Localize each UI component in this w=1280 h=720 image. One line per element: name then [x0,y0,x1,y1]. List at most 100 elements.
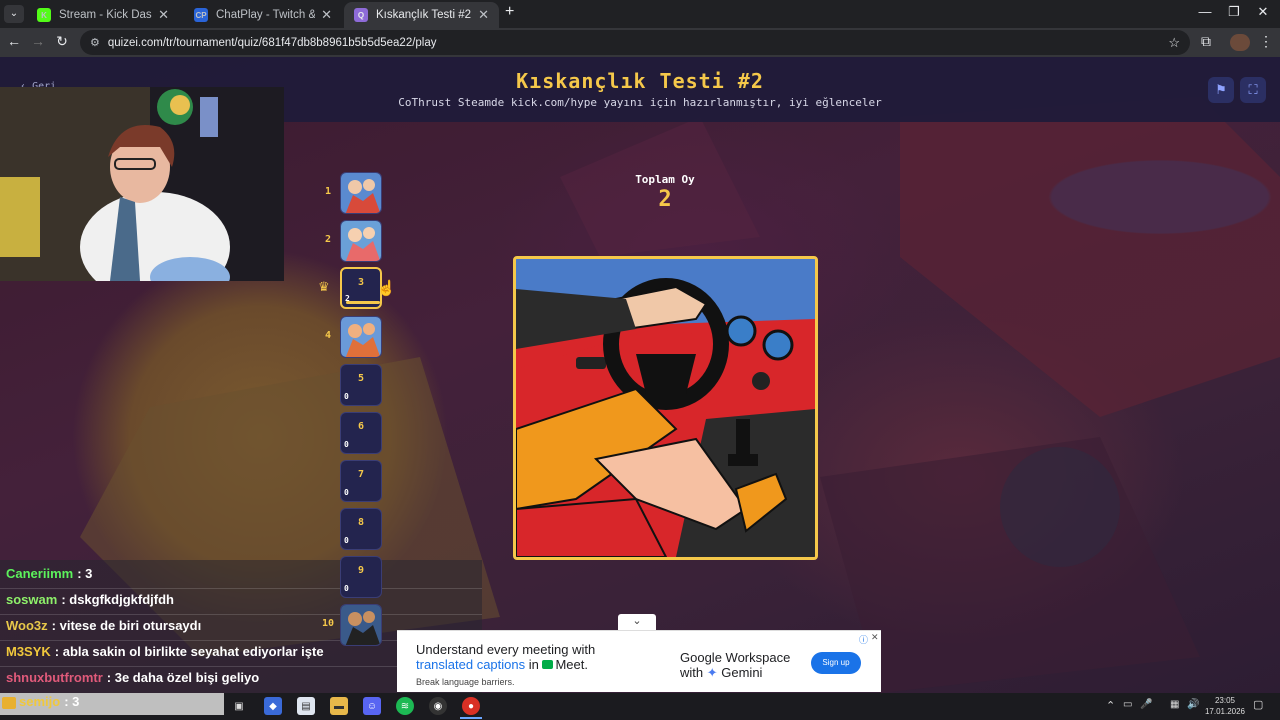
rank-number: 10 [321,618,335,629]
ad-close-icon[interactable]: ✕ [871,632,879,643]
chat-text: : dskgfkdjgkfdjfdh [61,592,174,607]
chat-message: soswam: dskgfkdjgkfdjfdh [6,592,174,607]
clock-date[interactable]: 17.01.2026 [1200,707,1250,716]
slot-vote-count: 0 [344,584,349,593]
rank-number: 2 [324,234,332,245]
ranking-slot[interactable]: 70 [340,460,382,502]
minimize-icon[interactable]: — [1190,4,1220,19]
tab-title: Stream - Kick Dashboard [59,9,152,21]
chat-text: : 3 [64,694,80,709]
restore-icon[interactable]: ❐ [1219,4,1249,20]
chat-username: Caneriimm [6,566,74,581]
chat-message: shnuxbutfromtr: 3e daha özel bişi geliyo [6,670,259,685]
tab-favicon-icon: CP [194,8,208,22]
tab-1[interactable]: K Stream - Kick Dashboard✕ [27,2,179,28]
ranking-slot[interactable]: 50 [340,364,382,406]
meet-icon [542,660,554,669]
address-bar[interactable]: ⚙ quizei.com/tr/tournament/quiz/681f47db… [80,30,1190,55]
ad-line2-mid: in [525,657,543,672]
site-info-icon[interactable]: ⚙ [90,36,100,49]
crown-icon: ♛ [318,279,330,294]
ad-line2: translated captions in Meet. [416,657,588,672]
forward-arrow-icon[interactable]: → [28,33,48,49]
new-tab-icon[interactable]: + [505,3,514,21]
ranking-slot[interactable]: 32 [340,267,382,309]
ranking-slot[interactable] [340,604,382,646]
tab-favicon-icon: Q [354,8,368,22]
tab-close-icon[interactable]: ✕ [472,7,489,23]
tab-title: ChatPlay - Twitch & Kick İzleyic [216,9,315,21]
total-votes-label: Toplam Oy [635,173,695,186]
spotify-icon[interactable]: ≋ [396,697,414,715]
tab-search-button[interactable]: ⌄ [4,5,24,23]
clock-time[interactable]: 23:05 [1205,696,1245,705]
file-explorer-icon[interactable]: ▬ [330,697,348,715]
slot-thumbnail-image [341,317,381,357]
ranking-slot[interactable]: 80 [340,508,382,550]
copilot-icon[interactable]: ◆ [264,697,282,715]
chat-divider [0,588,482,589]
flag-icon: ⚑ [1215,82,1227,97]
ranking-slot[interactable] [340,172,382,214]
tab-2[interactable]: CP ChatPlay - Twitch & Kick İzleyic✕ [184,2,342,28]
chrome-active-indicator [460,717,482,719]
reload-icon[interactable]: ↻ [52,33,72,50]
tray-chevron-icon[interactable]: ⌃ [1106,699,1115,712]
subscriber-badge-icon [2,696,16,709]
slot-number: 7 [357,469,365,480]
tab-title: Kıskançlık Testi #2 - Tier List, Kı [376,9,472,21]
chat-message: semijo: 3 [2,694,79,709]
ranking-slot[interactable] [340,220,382,262]
tab-3[interactable]: Q Kıskançlık Testi #2 - Tier List, Kı✕ [344,2,499,28]
slot-number: 5 [357,373,365,384]
chat-text: : abla sakin ol birlikte seyahat ediyorl… [54,644,324,659]
tab-close-icon[interactable]: ✕ [315,7,332,23]
ranking-slot[interactable] [340,316,382,358]
obs-icon[interactable]: ◉ [429,697,447,715]
slot-number: 6 [357,421,365,432]
tray-mic-icon[interactable]: 🎤 [1140,699,1152,710]
ad-banner[interactable]: Understand every meeting with translated… [397,630,881,692]
slot-vote-bar [346,301,380,304]
tray-display-icon[interactable]: ▭ [1123,699,1132,710]
tab-favicon-icon: K [37,8,51,22]
chat-text: : vitese de biri otursaydı [51,618,202,633]
ad-line1: Understand every meeting with [416,642,596,657]
discord-icon[interactable]: ☺ [363,697,381,715]
close-window-icon[interactable]: ✕ [1248,4,1278,20]
quiz-main-image[interactable] [513,256,818,560]
tab-close-icon[interactable]: ✕ [152,7,169,23]
chat-message: Woo3z: vitese de biri otursaydı [6,618,201,633]
notepad-icon[interactable]: ▤ [297,697,315,715]
slot-vote-count: 0 [344,488,349,497]
slot-number: 8 [357,517,365,528]
tray-network-icon[interactable]: ▦ [1170,699,1179,710]
fullscreen-button[interactable]: ⛶ [1240,77,1266,103]
slot-vote-count: 0 [344,536,349,545]
browser-toolbar: ← → ↻ ⚙ quizei.com/tr/tournament/quiz/68… [0,28,1280,57]
chevron-down-icon: ⌄ [632,615,642,627]
tray-volume-icon[interactable]: 🔊 [1187,699,1199,710]
notification-icon[interactable]: ▢ [1253,698,1263,711]
ranking-slot[interactable]: 90 [340,556,382,598]
gemini-icon: ✦ [706,665,718,680]
slot-thumbnail-image [341,605,381,645]
chat-last-message-bg: semijo: 3 [0,693,224,715]
car-illustration [516,259,815,557]
ranking-slot[interactable]: 60 [340,412,382,454]
ad-signup-button[interactable]: Sign up [811,652,861,674]
extensions-icon[interactable]: ⧉ [1196,33,1216,50]
task-view-icon[interactable]: ▣ [230,697,248,715]
ad-brand2: with ✦ Gemini [680,665,762,681]
profile-avatar[interactable] [1230,34,1250,51]
chrome-icon[interactable]: ● [462,697,480,715]
rank-number: 4 [324,330,332,341]
menu-kebab-icon[interactable]: ⋮ [1256,33,1276,50]
chat-message: M3SYK: abla sakin ol birlikte seyahat ed… [6,644,324,659]
back-arrow-icon[interactable]: ← [4,33,24,49]
flag-button[interactable]: ⚑ [1208,77,1234,103]
ad-line3: Break language barriers. [416,677,515,687]
bookmark-star-icon[interactable]: ☆ [1168,35,1180,51]
ad-collapse-toggle[interactable]: ⌄ [618,614,656,630]
adchoices-icon[interactable]: ⓘ [859,633,868,646]
